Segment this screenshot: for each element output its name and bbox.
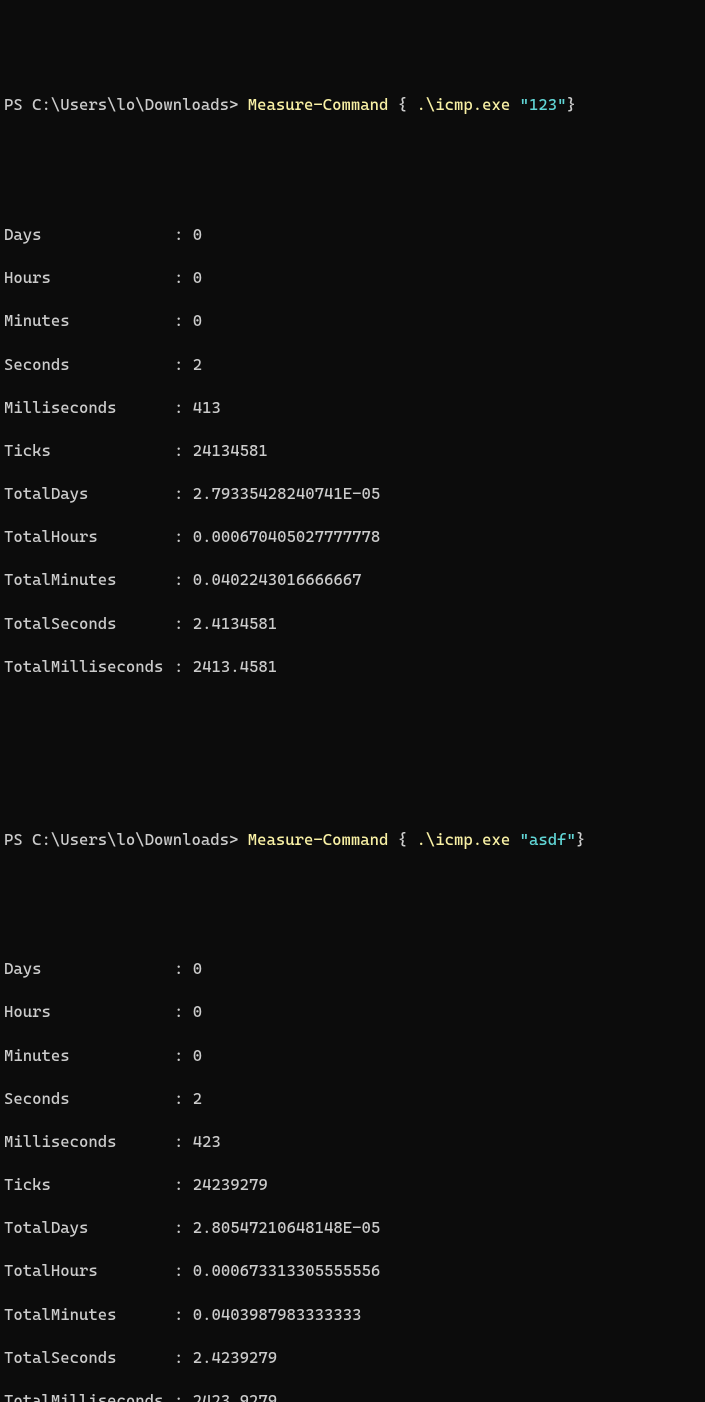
output-label: TotalDays [4,483,174,505]
output-label: TotalHours [4,526,174,548]
blank-line [4,915,701,937]
argument-string: "asdf" [520,830,576,849]
output-row: Days: 0 [4,958,701,980]
output-value: 0.000670405027777778 [193,527,381,546]
output-value: 0.0402243016666667 [193,570,362,589]
output-row: TotalSeconds: 2.4239279 [4,1347,701,1369]
command-name: Measure-Command [248,830,398,849]
output-row: TotalMilliseconds: 2413.4581 [4,656,701,678]
output-value: 24134581 [193,441,268,460]
output-label: Days [4,224,174,246]
brace-close: } [576,830,585,849]
command-name: Measure-Command [248,95,398,114]
output-row: Milliseconds: 423 [4,1131,701,1153]
output-row: Seconds: 2 [4,1088,701,1110]
output-row: Seconds: 2 [4,354,701,376]
output-label: Milliseconds [4,397,174,419]
output-value: 2 [193,1089,202,1108]
output-row: TotalMilliseconds: 2423.9279 [4,1390,701,1402]
command-line-1: PS C:\Users\lo\Downloads> Measure-Comman… [4,94,701,116]
exe-name: .\icmp.exe [417,95,520,114]
prompt-prefix: PS C:\Users\lo\Downloads> [4,830,248,849]
brace-open: { [398,95,417,114]
output-row: TotalSeconds: 2.4134581 [4,613,701,635]
output-label: Hours [4,1001,174,1023]
brace-open: { [398,830,417,849]
output-value: 423 [193,1132,221,1151]
output-label: Minutes [4,1045,174,1067]
blank-line [4,742,701,764]
output-value: 0.000673313305555556 [193,1261,381,1280]
output-label: TotalMilliseconds [4,656,174,678]
output-label: Milliseconds [4,1131,174,1153]
blank-line [4,699,701,721]
output-label: TotalHours [4,1260,174,1282]
output-row: Hours: 0 [4,1001,701,1023]
output-label: TotalMinutes [4,1304,174,1326]
output-label: Days [4,958,174,980]
output-value: 0 [193,268,202,287]
output-label: Seconds [4,1088,174,1110]
prompt-prefix: PS C:\Users\lo\Downloads> [4,95,248,114]
output-value: 0.0403987983333333 [193,1305,362,1324]
output-row: TotalMinutes: 0.0403987983333333 [4,1304,701,1326]
output-row: Minutes: 0 [4,1045,701,1067]
output-value: 0 [193,311,202,330]
output-label: Ticks [4,440,174,462]
output-row: TotalDays: 2.79335428240741E-05 [4,483,701,505]
output-value: 0 [193,959,202,978]
output-label: TotalDays [4,1217,174,1239]
output-row: TotalHours: 0.000670405027777778 [4,526,701,548]
blank-line [4,181,701,203]
output-row: Hours: 0 [4,267,701,289]
command-line-2: PS C:\Users\lo\Downloads> Measure-Comman… [4,829,701,851]
output-label: Minutes [4,310,174,332]
output-value: 2.4239279 [193,1348,277,1367]
output-value: 24239279 [193,1175,268,1194]
output-label: TotalMilliseconds [4,1390,174,1402]
output-row: TotalDays: 2.80547210648148E-05 [4,1217,701,1239]
brace-close: } [567,95,576,114]
output-value: 0 [193,1002,202,1021]
blank-line [4,872,701,894]
output-row: TotalMinutes: 0.0402243016666667 [4,569,701,591]
output-row: Ticks: 24239279 [4,1174,701,1196]
output-row: Minutes: 0 [4,310,701,332]
output-value: 2 [193,355,202,374]
output-value: 0 [193,225,202,244]
argument-string: "123" [520,95,567,114]
output-row: Days: 0 [4,224,701,246]
output-label: TotalSeconds [4,1347,174,1369]
output-label: TotalMinutes [4,569,174,591]
output-value: 2.80547210648148E-05 [193,1218,381,1237]
output-label: Seconds [4,354,174,376]
output-label: TotalSeconds [4,613,174,635]
terminal-output[interactable]: PS C:\Users\lo\Downloads> Measure-Comman… [4,94,701,1402]
output-value: 2.79335428240741E-05 [193,484,381,503]
output-label: Hours [4,267,174,289]
output-row: Milliseconds: 413 [4,397,701,419]
blank-line [4,785,701,807]
output-row: Ticks: 24134581 [4,440,701,462]
output-label: Ticks [4,1174,174,1196]
blank-line [4,138,701,160]
output-value: 0 [193,1046,202,1065]
exe-name: .\icmp.exe [417,830,520,849]
output-value: 2.4134581 [193,614,277,633]
output-row: TotalHours: 0.000673313305555556 [4,1260,701,1282]
output-value: 413 [193,398,221,417]
output-value: 2413.4581 [193,657,277,676]
output-value: 2423.9279 [193,1391,277,1402]
